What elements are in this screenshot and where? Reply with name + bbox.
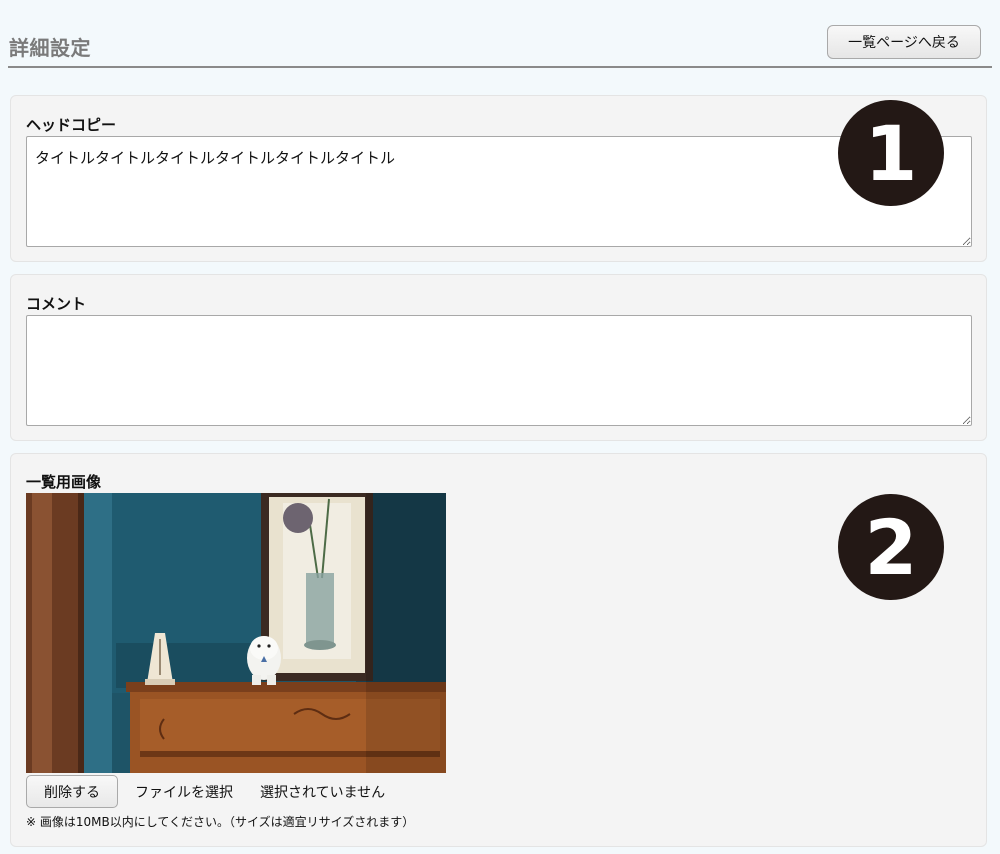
head-copy-textarea[interactable]: タイトルタイトルタイトルタイトルタイトルタイトル — [26, 136, 972, 247]
badge-2-icon: 2 — [838, 494, 944, 600]
page-title: 詳細設定 — [9, 36, 91, 60]
list-image-label: 一覧用画像 — [26, 473, 102, 491]
delete-image-button[interactable]: 削除する — [26, 775, 118, 808]
comment-textarea[interactable] — [26, 315, 972, 426]
detail-settings-page: 詳細設定 一覧ページへ戻る ヘッドコピー タイトルタイトルタイトルタイトルタイト… — [0, 0, 1000, 854]
list-image-preview — [26, 493, 446, 773]
file-status-text: 選択されていません — [260, 785, 386, 801]
image-size-note: ※ 画像は10MB以内にしてください。（サイズは適宜リサイズされます） — [26, 815, 415, 829]
badge-1-icon: 1 — [838, 100, 944, 206]
comment-label: コメント — [26, 295, 87, 313]
page-header: 詳細設定 一覧ページへ戻る — [8, 0, 992, 68]
head-copy-panel: ヘッドコピー タイトルタイトルタイトルタイトルタイトルタイトル — [10, 95, 987, 262]
file-select-button[interactable]: ファイルを選択 — [135, 782, 233, 802]
list-image-panel: 一覧用画像 削除する ファイルを選択 選択されていません ※ 画像は10MB以内… — [10, 453, 987, 847]
back-to-list-button[interactable]: 一覧ページへ戻る — [827, 25, 981, 59]
comment-panel: コメント — [10, 274, 987, 441]
head-copy-label: ヘッドコピー — [26, 116, 117, 134]
